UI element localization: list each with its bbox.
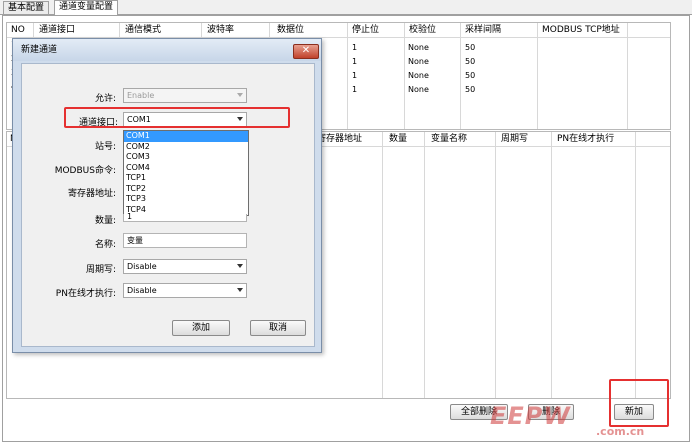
dialog-cancel-button[interactable]: 取消 [250, 320, 306, 336]
close-icon[interactable]: ✕ [293, 44, 319, 59]
modbus-command-label: MODBUS命令: [54, 166, 116, 176]
allow-label: 允许: [94, 94, 116, 104]
col-sample-interval: 采样间隔 [465, 25, 502, 35]
dropdown-option-tcp2[interactable]: TCP2 [124, 184, 248, 195]
divider [551, 132, 552, 398]
col-no: NO [11, 25, 25, 35]
col-baud-rate: 波特率 [207, 25, 235, 35]
name-input[interactable]: 变量 [123, 233, 247, 248]
col-parity: 校验位 [409, 25, 437, 35]
table-cell-stop-bits: 1 [352, 43, 358, 52]
count-label: 数量: [94, 216, 116, 226]
col-variable-name: 变量名称 [431, 134, 468, 144]
chevron-down-icon [237, 264, 243, 268]
table-cell-interval: 50 [465, 85, 476, 94]
dropdown-option-com4[interactable]: COM4 [124, 163, 248, 174]
table-cell-parity: None [408, 85, 429, 94]
divider [635, 132, 636, 398]
divider [495, 132, 496, 398]
table-cell-stop-bits: 1 [352, 57, 358, 66]
pn-online-exec-select[interactable]: Disable [123, 283, 247, 298]
channel-interface-highlight-box [64, 107, 290, 128]
allow-select[interactable]: Enable [123, 88, 247, 103]
col-count: 数量 [389, 134, 408, 144]
channel-interface-dropdown: COM1 COM2 COM3 COM4 TCP1 TCP2 TCP3 TCP4 [123, 130, 249, 216]
divider [460, 23, 461, 129]
eepw-logo-watermark: EEPW [490, 402, 571, 430]
station-label: 站号: [94, 142, 116, 152]
divider [347, 23, 348, 129]
cycle-write-value: Disable [127, 262, 157, 271]
table-cell-parity: None [408, 57, 429, 66]
dialog-title: 新建通道 [13, 39, 321, 61]
cycle-write-label: 周期写: [85, 265, 116, 275]
table-cell-stop-bits: 1 [352, 85, 358, 94]
table-cell-interval: 50 [465, 57, 476, 66]
col-channel-interface: 通道接口 [39, 25, 76, 35]
eepw-site-watermark: .com.cn [596, 425, 645, 438]
cycle-write-select[interactable]: Disable [123, 259, 247, 274]
table-cell-parity: None [408, 71, 429, 80]
divider [537, 23, 538, 129]
chevron-down-icon [237, 93, 243, 97]
table-cell-interval: 50 [465, 43, 476, 52]
divider [424, 132, 425, 398]
tab-basic-config[interactable]: 基本配置 [3, 1, 50, 14]
divider [382, 132, 383, 398]
count-value: 1 [127, 212, 133, 221]
register-address-label: 寄存器地址: [67, 189, 116, 199]
count-input[interactable]: 1 [123, 212, 247, 222]
tab-channel-variable-config[interactable]: 通道变量配置 [54, 0, 119, 15]
table-cell-parity: None [408, 43, 429, 52]
dropdown-option-com3[interactable]: COM3 [124, 152, 248, 163]
col-comm-mode: 通信模式 [125, 25, 162, 35]
table-cell-interval: 50 [465, 71, 476, 80]
col-modbus-tcp-address: MODBUS TCP地址 [542, 25, 620, 35]
dropdown-option-com1[interactable]: COM1 [124, 131, 248, 142]
allow-value: Enable [127, 91, 155, 100]
dropdown-option-tcp3[interactable]: TCP3 [124, 194, 248, 205]
col-register-address: 寄存器地址 [317, 134, 363, 144]
name-value: 变量 [127, 236, 143, 245]
divider [404, 23, 405, 129]
col-cycle-write: 周期写 [501, 134, 529, 144]
table-cell-stop-bits: 1 [352, 71, 358, 80]
pn-online-exec-label: PN在线才执行: [55, 289, 116, 299]
chevron-down-icon [237, 288, 243, 292]
dropdown-option-com2[interactable]: COM2 [124, 142, 248, 153]
dropdown-option-tcp1[interactable]: TCP1 [124, 173, 248, 184]
channel-table-header: NO 通道接口 通信模式 波特率 数据位 停止位 校验位 采样间隔 MODBUS… [7, 23, 670, 38]
pn-online-exec-value: Disable [127, 286, 157, 295]
add-new-highlight-box [609, 379, 669, 427]
dialog-add-button[interactable]: 添加 [172, 320, 230, 336]
col-stop-bits: 停止位 [352, 25, 380, 35]
name-label: 名称: [94, 240, 116, 250]
divider [33, 23, 34, 37]
col-pn-online-exec: PN在线才执行 [557, 134, 615, 144]
divider [627, 23, 628, 129]
col-data-bits: 数据位 [277, 25, 305, 35]
